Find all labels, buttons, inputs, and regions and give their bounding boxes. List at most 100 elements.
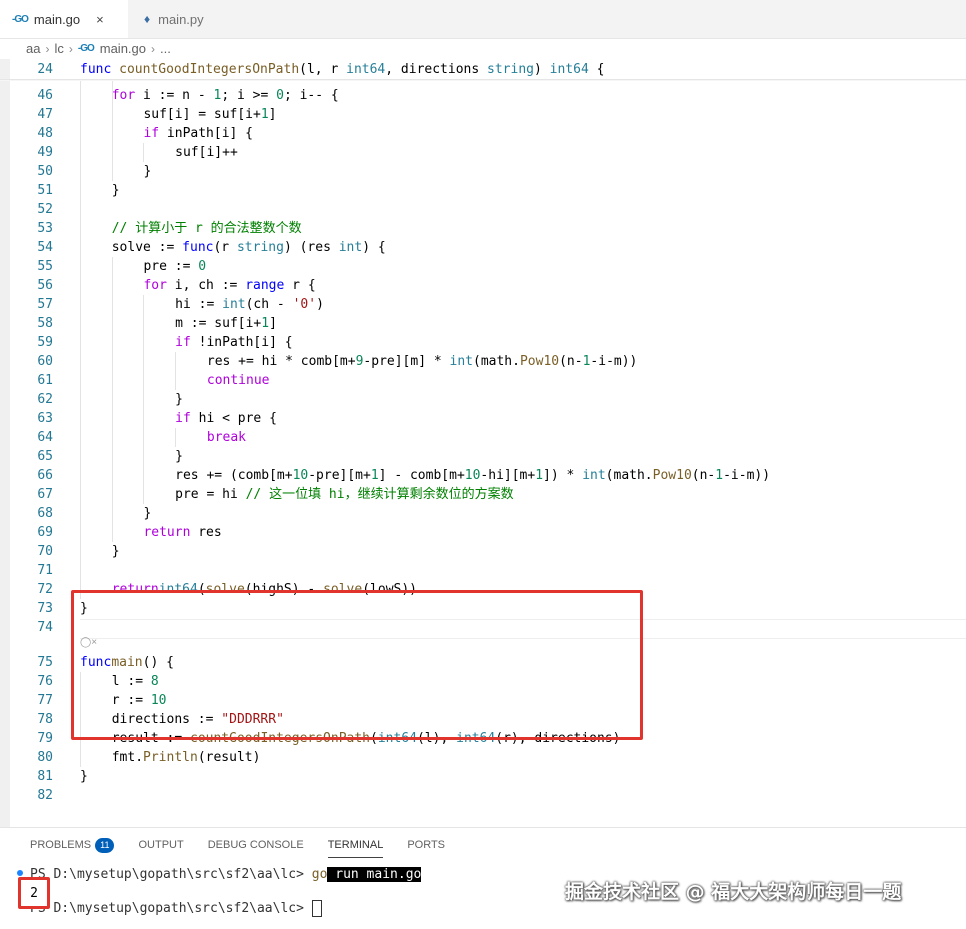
line-number: 54 bbox=[37, 240, 53, 255]
breadcrumb-item-file[interactable]: main.go bbox=[100, 41, 146, 56]
line-number: 70 bbox=[37, 544, 53, 559]
code-text: if inPath[i] { bbox=[143, 124, 253, 143]
code-text: res += hi * comb[m+9-pre][m] * int(math.… bbox=[207, 352, 638, 371]
code-token: (result) bbox=[197, 750, 261, 765]
code-line[interactable]: 50} bbox=[0, 162, 966, 181]
code-token: func bbox=[182, 240, 214, 255]
line-number: 81 bbox=[37, 769, 53, 784]
breadcrumb: aa › lc › -GO main.go › ... bbox=[0, 38, 966, 59]
line-number: 55 bbox=[37, 259, 53, 274]
code-line[interactable]: 56 for i, ch := range r { bbox=[0, 276, 966, 295]
code-token: 1 bbox=[260, 107, 269, 122]
code-line[interactable]: 52 bbox=[0, 200, 966, 219]
code-text: if hi < pre { bbox=[175, 409, 277, 428]
code-line[interactable]: 66 res += (comb[m+10-pre][m+1] - comb[m+1… bbox=[0, 466, 966, 485]
code-token: inPath[i] { bbox=[159, 126, 254, 141]
line-number: 49 bbox=[37, 145, 53, 160]
terminal-prompt-line[interactable]: PS D:\mysetup\gopath\src\sf2\aa\lc> bbox=[30, 899, 322, 919]
line-number: 76 bbox=[37, 674, 53, 689]
code-line[interactable]: 53 // 计算小于 r 的合法整数个数 bbox=[0, 219, 966, 238]
line-number: 78 bbox=[37, 712, 53, 727]
code-line[interactable]: 47 suf[i] = suf[i+1] bbox=[0, 105, 966, 124]
code-line[interactable]: 82 bbox=[0, 786, 966, 805]
code-line[interactable]: 61 continue bbox=[0, 371, 966, 390]
code-text: continue bbox=[207, 371, 270, 390]
code-text: } bbox=[175, 447, 183, 466]
breadcrumb-item-lc[interactable]: lc bbox=[54, 41, 63, 56]
tab-problems[interactable]: PROBLEMS 11 bbox=[30, 828, 115, 862]
code-line[interactable]: 64 break bbox=[0, 428, 966, 447]
annotation-box-main-function bbox=[71, 590, 643, 740]
line-number: 67 bbox=[37, 487, 53, 502]
command-status-dot-icon bbox=[17, 870, 23, 876]
code-line[interactable]: 49 suf[i]++ bbox=[0, 143, 966, 162]
breadcrumb-item-aa[interactable]: aa bbox=[26, 41, 40, 56]
code-line[interactable]: 57 hi := int(ch - '0') bbox=[0, 295, 966, 314]
terminal-command-line[interactable]: PS D:\mysetup\gopath\src\sf2\aa\lc> go r… bbox=[30, 865, 422, 885]
line-number: 53 bbox=[37, 221, 53, 236]
code-text: pre := 0 bbox=[143, 257, 206, 276]
sticky-scroll-line[interactable]: 24 func countGoodIntegersOnPath(l, r int6… bbox=[0, 60, 966, 79]
code-line[interactable]: 71 bbox=[0, 561, 966, 580]
tab-label: PROBLEMS bbox=[30, 839, 92, 851]
code-text: // 计算小于 r 的合法整数个数 bbox=[112, 219, 302, 238]
code-token: hi < pre { bbox=[190, 411, 277, 426]
close-icon[interactable]: × bbox=[96, 12, 104, 27]
code-line[interactable]: 59 if !inPath[i] { bbox=[0, 333, 966, 352]
code-token: func bbox=[80, 62, 120, 77]
code-text: for i, ch := range r { bbox=[143, 276, 315, 295]
code-line[interactable]: 65} bbox=[0, 447, 966, 466]
code-line[interactable]: 51} bbox=[0, 181, 966, 200]
tab-debug-console[interactable]: DEBUG CONSOLE bbox=[208, 828, 304, 862]
code-token: res += hi * comb[m+ bbox=[206, 354, 356, 369]
code-line[interactable]: 67 pre = hi // 这一位填 hi，继续计算剩余数位的方案数 bbox=[0, 485, 966, 504]
chevron-right-icon: › bbox=[68, 41, 73, 56]
code-line[interactable]: 81} bbox=[0, 767, 966, 786]
line-number: 77 bbox=[37, 693, 53, 708]
tab-main-go[interactable]: -GO main.go × bbox=[0, 0, 128, 38]
code-token: 10 bbox=[292, 468, 309, 483]
code-token: ) bbox=[533, 62, 550, 77]
line-number: 48 bbox=[37, 126, 53, 141]
code-text: } bbox=[143, 504, 151, 523]
code-line[interactable]: 55 pre := 0 bbox=[0, 257, 966, 276]
code-line[interactable]: 54 solve := func(r string) (res int) { bbox=[0, 238, 966, 257]
code-line[interactable]: 48 if inPath[i] { bbox=[0, 124, 966, 143]
code-line[interactable]: 70} bbox=[0, 542, 966, 561]
code-line[interactable]: 62} bbox=[0, 390, 966, 409]
tab-main-py[interactable]: ♦ main.py bbox=[132, 0, 252, 38]
code-token: ; i >= bbox=[221, 88, 277, 103]
code-text: res += (comb[m+10-pre][m+1] - comb[m+10-… bbox=[175, 466, 770, 485]
code-line[interactable]: 69 return res bbox=[0, 523, 966, 542]
tab-terminal[interactable]: TERMINAL bbox=[327, 828, 383, 862]
terminal-command-go: go bbox=[311, 867, 328, 882]
breadcrumb-item-symbol[interactable]: ... bbox=[160, 41, 171, 56]
code-token: if bbox=[143, 126, 160, 141]
sticky-scroll-shadow bbox=[0, 79, 966, 81]
code-token: int bbox=[449, 354, 473, 369]
code-token: } bbox=[143, 164, 152, 179]
tab-output[interactable]: OUTPUT bbox=[138, 828, 183, 862]
code-line[interactable]: 46 for i := n - 1; i >= 0; i-- { bbox=[0, 86, 966, 105]
line-number: 65 bbox=[37, 449, 53, 464]
code-line[interactable]: 80 fmt.Println(result) bbox=[0, 748, 966, 767]
code-line[interactable]: 63 if hi < pre { bbox=[0, 409, 966, 428]
code-text: if !inPath[i] { bbox=[175, 333, 292, 352]
code-token: (r bbox=[213, 240, 237, 255]
code-text: m := suf[i+1] bbox=[175, 314, 277, 333]
line-number: 47 bbox=[37, 107, 53, 122]
code-line[interactable]: 58 m := suf[i+1] bbox=[0, 314, 966, 333]
code-token: Pow10 bbox=[652, 468, 692, 483]
line-number: 51 bbox=[37, 183, 53, 198]
code-token: -hi][m+ bbox=[480, 468, 536, 483]
code-token: m := suf[i+ bbox=[175, 316, 262, 331]
tab-ports[interactable]: PORTS bbox=[407, 828, 445, 862]
line-number: 68 bbox=[37, 506, 53, 521]
code-line[interactable]: 68} bbox=[0, 504, 966, 523]
code-line[interactable]: 60 res += hi * comb[m+9-pre][m] * int(mat… bbox=[0, 352, 966, 371]
line-number: 82 bbox=[37, 788, 53, 803]
line-number: 66 bbox=[37, 468, 53, 483]
code-token: } bbox=[175, 449, 183, 464]
panel-tab-bar: PROBLEMS 11 OUTPUT DEBUG CONSOLE TERMINA… bbox=[30, 828, 469, 862]
code-token: (l, r bbox=[299, 62, 347, 77]
